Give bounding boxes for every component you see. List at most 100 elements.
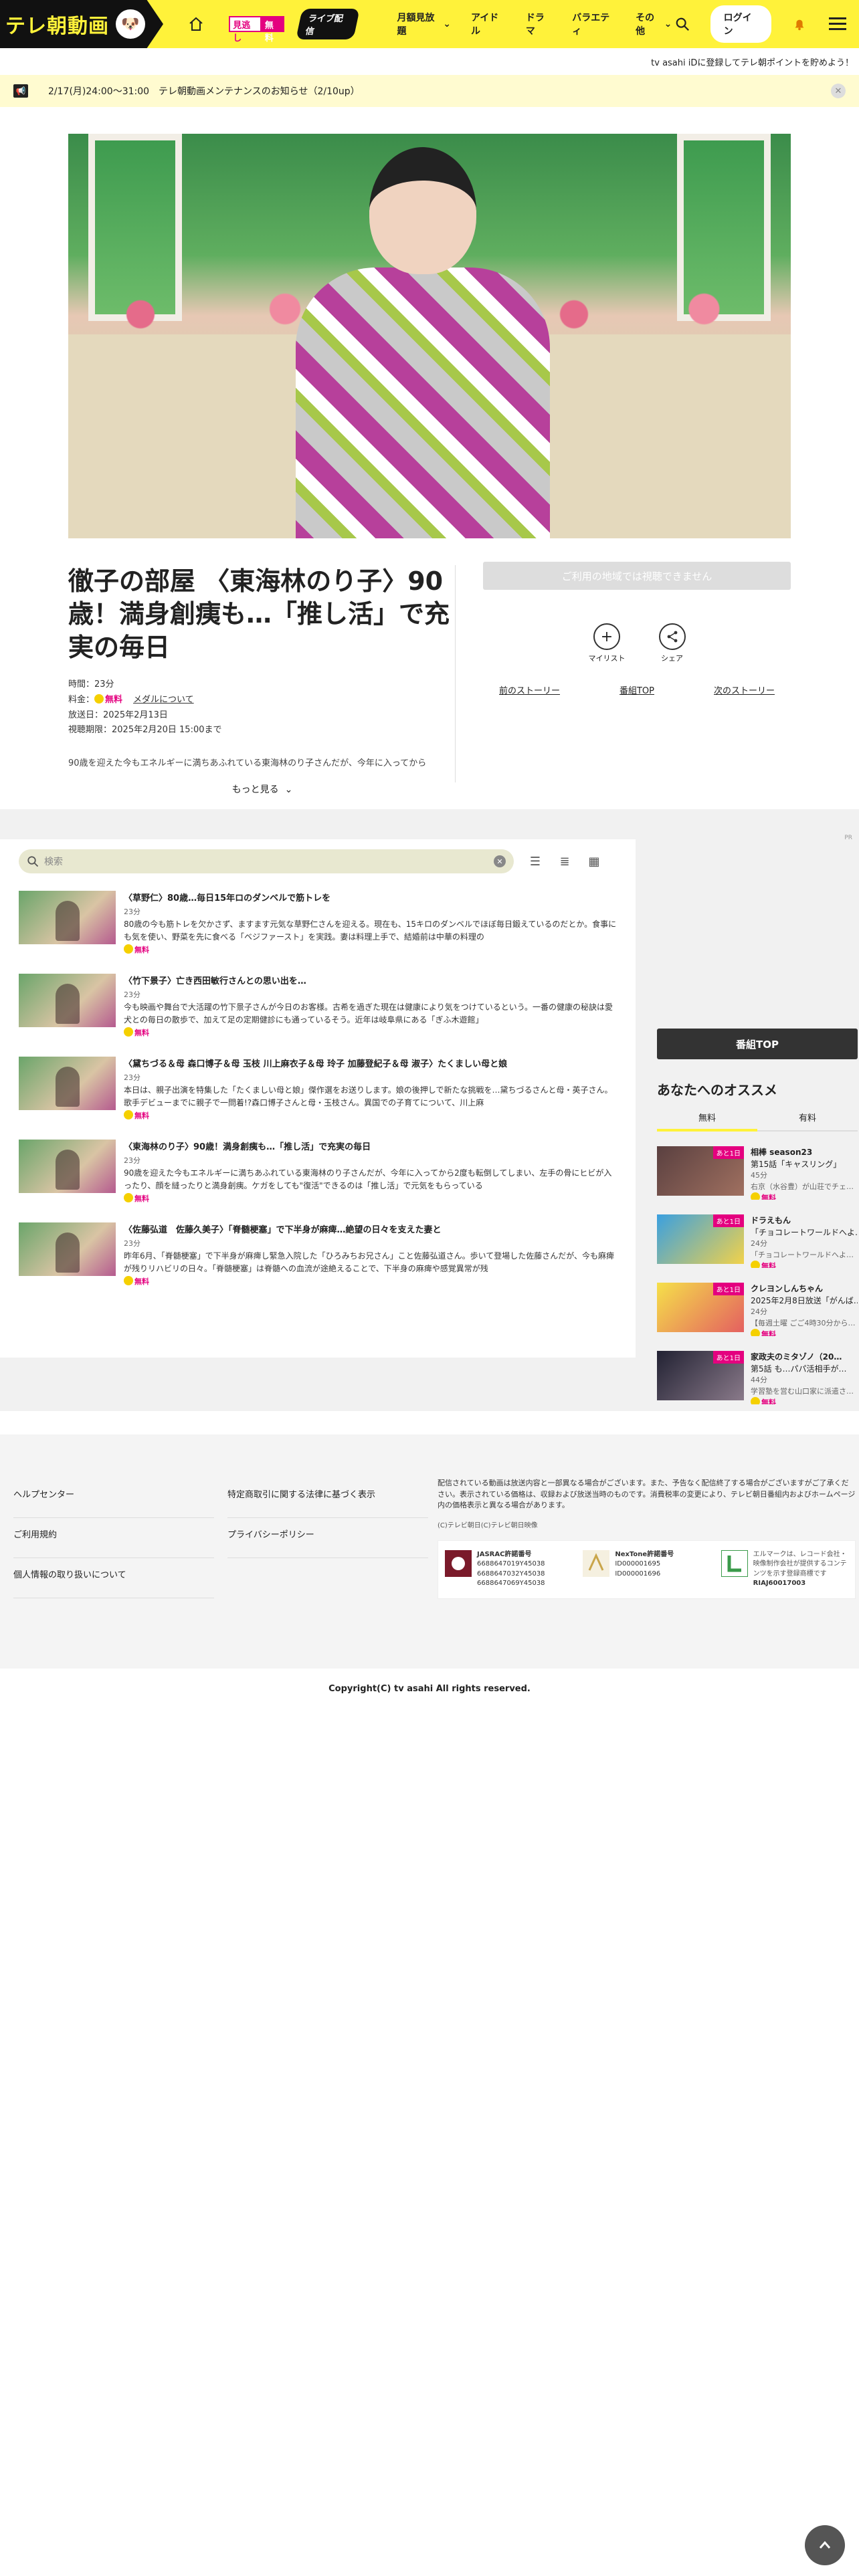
duration: 時間：23分 (68, 679, 114, 690)
recommend-price: 無料 (751, 1397, 858, 1404)
share-button[interactable]: シェア (658, 623, 686, 663)
free-label: 無料 (761, 1398, 776, 1404)
nav-subscription[interactable]: 月額見放題 ⌄ (397, 11, 451, 37)
episode-list-panel: 検索 ✕ ☰ ≣ ▦ 〈草野仁〉80歳…毎日15年ロのダンベルで筋トレを 23分… (0, 839, 636, 1358)
price-free: 無料 (105, 694, 123, 705)
episode-search-input[interactable]: 検索 ✕ (19, 849, 514, 873)
search-icon[interactable] (672, 13, 692, 35)
nav-drama[interactable]: ドラマ (526, 11, 552, 37)
episode-thumbnail[interactable] (19, 974, 116, 1027)
nav-other[interactable]: その他 ⌄ (636, 11, 672, 37)
compact-view-icon[interactable]: ≣ (557, 853, 573, 869)
recommend-item[interactable]: あと1日 クレヨンしんちゃん 2025年2月8日放送「がんば… 24分 【毎週土… (657, 1283, 858, 1336)
footer-link-tokushoho[interactable]: 特定商取引に関する法律に基づく表示 (227, 1478, 428, 1518)
recommend-title-text[interactable]: クレヨンしんちゃん (751, 1283, 858, 1295)
recommend-item[interactable]: あと1日 ドラえもん 「チョコレートワールドへよ… 24分 「チョコレートワール… (657, 1214, 858, 1268)
login-button[interactable]: ログイン (710, 5, 772, 43)
ad-label: PR (844, 835, 852, 841)
list-item[interactable]: 〈佐藤弘道 佐藤久美子〉「脊髄梗塞」で下半身が麻痺…絶望の日々を支えた妻と 23… (19, 1222, 617, 1305)
footer-link-terms[interactable]: ご利用規約 (13, 1518, 214, 1558)
nav-idol[interactable]: アイドル (471, 11, 506, 37)
tvasahi-id-banner[interactable]: tv asahi iDに登録してテレ朝ポイントを貯めよう！ (0, 48, 859, 75)
episode-thumbnail[interactable] (19, 1222, 116, 1276)
recommend-duration: 44分 (751, 1376, 767, 1384)
hamburger-menu-icon[interactable] (828, 13, 848, 35)
grid-view-icon[interactable]: ▦ (586, 853, 602, 869)
episode-description: 昨年6月、「脊髄梗塞」で下半身が麻痺し緊急入院した「ひろみちお兄さん」こと佐藤弘… (124, 1251, 615, 1273)
nav-variety[interactable]: バラエティ (572, 11, 615, 37)
notice-text: 2/17(月)24:00～31:00 テレ朝動画メンテナンスのお知らせ（2/10… (48, 86, 360, 97)
list-item[interactable]: 〈竹下景子〉亡き西田敏行さんとの思い出を… 23分 今も映画や舞台で大活躍の竹下… (19, 974, 617, 1057)
list-item[interactable]: 〈黛ちづる＆母 森口博子＆母 玉枝 川上麻衣子＆母 玲子 加藤登紀子＆母 淑子〉… (19, 1057, 617, 1140)
episode-thumbnail[interactable] (19, 891, 116, 944)
episode-price: 無料 (124, 944, 617, 955)
recommend-title-text[interactable]: ドラえもん (751, 1214, 858, 1226)
tab-paid[interactable]: 有料 (757, 1111, 858, 1132)
footer-link-personal-info[interactable]: 個人情報の取り扱いについて (13, 1558, 214, 1598)
recommend-desc: 【毎週土曜 ごご4時30分から… (751, 1318, 856, 1327)
list-view-icon[interactable]: ☰ (527, 853, 543, 869)
footer-small-copyright: (C)テレビ朝日(C)テレビ朝日映像 (438, 1521, 538, 1529)
back-to-top-button[interactable] (805, 2525, 845, 2565)
coin-icon (124, 1027, 133, 1037)
footer-link-help[interactable]: ヘルプセンター (13, 1478, 214, 1518)
recommend-item[interactable]: あと1日 家政夫のミタゾノ（20… 第5話 も…パパ活相手が… 44分 学習塾を… (657, 1351, 858, 1404)
episode-title[interactable]: 〈黛ちづる＆母 森口博子＆母 玉枝 川上麻衣子＆母 玲子 加藤登紀子＆母 淑子〉… (124, 1057, 617, 1069)
recommend-title-text[interactable]: 相棒 season23 (751, 1146, 858, 1158)
coin-icon (751, 1329, 760, 1336)
mylist-label: マイリスト (588, 654, 626, 663)
live-badge[interactable]: ライブ配信 (296, 9, 361, 39)
bell-icon[interactable] (789, 13, 809, 35)
clear-icon[interactable]: ✕ (494, 855, 506, 867)
episode-title[interactable]: 〈佐藤弘道 佐藤久美子〉「脊髄梗塞」で下半身が麻痺…絶望の日々を支えた妻と (124, 1222, 617, 1235)
episode-thumbnail[interactable] (19, 1140, 116, 1193)
nav-label: その他 (636, 13, 655, 37)
recommend-thumbnail[interactable]: あと1日 (657, 1351, 744, 1400)
copyright: Copyright(C) tv asahi All rights reserve… (328, 1684, 531, 1694)
footer-link-privacy[interactable]: プライバシーポリシー (227, 1518, 428, 1558)
nextone-logo-icon (583, 1549, 610, 1577)
remaining-badge: あと1日 (712, 1214, 744, 1227)
chevron-down-icon: ⌄ (443, 19, 451, 29)
recommend-thumbnail[interactable]: あと1日 (657, 1146, 744, 1196)
search-placeholder: 検索 (44, 857, 63, 867)
guest-figure (296, 147, 550, 538)
home-icon[interactable] (183, 11, 209, 37)
site-logo[interactable]: テレ朝動画 🐶 (0, 0, 163, 48)
footer-links: ヘルプセンター 特定商取引に関する法律に基づく表示 ご利用規約 プライバシーポリ… (13, 1478, 428, 1598)
recommend-item[interactable]: あと1日 相棒 season23 第15話「キャスリング」 45分 右京（水谷豊… (657, 1146, 858, 1200)
guest-head (369, 147, 476, 274)
program-top-link[interactable]: 番組TOP (619, 683, 654, 696)
vertical-divider (455, 565, 456, 782)
maintenance-notice[interactable]: 📢 2/17(月)24:00～31:00 テレ朝動画メンテナンスのお知らせ（2/… (0, 75, 859, 107)
close-icon[interactable]: ✕ (831, 84, 846, 98)
next-story-link[interactable]: 次のストーリー (714, 683, 775, 696)
hero-thumbnail (68, 134, 791, 538)
recommend-desc: 学習塾を営む山口家に派遣さ… (751, 1386, 854, 1396)
mitoshi-free-badge[interactable]: 見逃し 無料 (229, 16, 285, 43)
coin-icon (751, 1192, 760, 1200)
episode-title[interactable]: 〈東海林のり子〉90歳！満身創痍も…「推し活」で充実の毎日 (124, 1140, 617, 1152)
episode-title[interactable]: 〈竹下景子〉亡き西田敏行さんとの思い出を… (124, 974, 617, 986)
recommend-thumbnail[interactable]: あと1日 (657, 1283, 744, 1332)
medal-link[interactable]: メダルについて (133, 695, 194, 705)
recommend-price: 無料 (751, 1329, 858, 1336)
footer-info: 配信されている動画は放送内容と一部異なる場合がございます。また、予告なく配信終了… (438, 1478, 856, 1599)
list-item[interactable]: 〈草野仁〉80歳…毎日15年ロのダンベルで筋トレを 23分 80歳の今も筋トレを… (19, 891, 617, 974)
prev-story-link[interactable]: 前のストーリー (499, 683, 560, 696)
program-top-button[interactable]: 番組TOP (657, 1029, 858, 1059)
episode-title[interactable]: 〈草野仁〉80歳…毎日15年ロのダンベルで筋トレを (124, 891, 617, 903)
tab-free[interactable]: 無料 (657, 1111, 757, 1132)
remaining-badge: あと1日 (712, 1283, 744, 1295)
episode-thumbnail[interactable] (19, 1057, 116, 1110)
show-more-button[interactable]: もっと見る ⌄ (68, 782, 456, 796)
recommend-title-text[interactable]: 家政夫のミタゾノ（20… (751, 1351, 858, 1363)
mylist-button[interactable]: + マイリスト (589, 623, 626, 663)
recommend-thumbnail[interactable]: あと1日 (657, 1214, 744, 1264)
coin-icon (751, 1261, 760, 1268)
recommend-duration: 24分 (751, 1239, 767, 1248)
list-item[interactable]: 〈東海林のり子〉90歳！満身創痍も…「推し活」で充実の毎日 23分 90歳を迎え… (19, 1140, 617, 1222)
jasrac-logo-icon (445, 1549, 472, 1577)
guest-body (296, 267, 550, 538)
episode-price: 無料 (124, 1110, 617, 1121)
